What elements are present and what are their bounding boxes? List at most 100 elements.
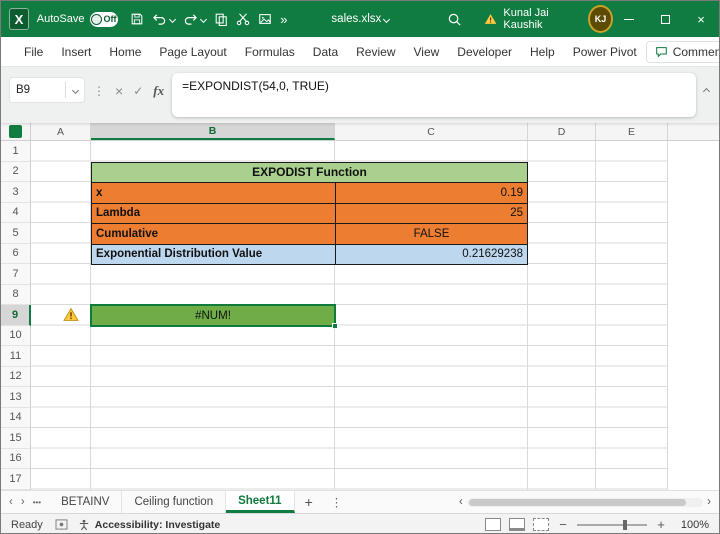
row-header[interactable]: 6 (1, 244, 31, 265)
undo-dropdown-chevron-icon[interactable] (169, 15, 176, 22)
row-header[interactable]: 2 (1, 162, 31, 183)
row-header[interactable]: 1 (1, 141, 31, 162)
selected-cell-B9[interactable]: #NUM! (90, 304, 336, 327)
table-row[interactable]: x 0.19 (92, 183, 527, 204)
zoom-slider[interactable] (577, 524, 647, 526)
scroll-right-arrow[interactable]: › (707, 496, 711, 508)
tab-help[interactable]: Help (521, 37, 564, 67)
expodist-table[interactable]: EXPODIST Function x 0.19 Lambda 25 Cumul… (91, 162, 528, 266)
row-header[interactable]: 5 (1, 223, 31, 244)
add-sheet-button[interactable]: + (295, 491, 323, 513)
tab-data[interactable]: Data (304, 37, 347, 67)
toolbar-overflow-chevron[interactable]: » (280, 12, 287, 27)
comments-button[interactable]: Comments (646, 41, 720, 63)
maximize-button[interactable] (647, 1, 683, 37)
table-title-cell[interactable]: EXPODIST Function (92, 163, 527, 184)
scrollbar-thumb[interactable] (469, 499, 686, 506)
column-header-C[interactable]: C (335, 123, 528, 140)
table-value-cell[interactable]: 0.21629238 (336, 245, 527, 265)
redo-dropdown-chevron-icon[interactable] (200, 15, 207, 22)
sheet-tab-ceiling-function[interactable]: Ceiling function (122, 491, 226, 513)
copy-icon[interactable] (214, 12, 228, 26)
scrollbar-track[interactable] (467, 498, 703, 507)
zoom-out-button[interactable]: − (557, 517, 569, 532)
scroll-left-arrow[interactable]: ‹ (459, 496, 463, 508)
row-header[interactable]: 13 (1, 387, 31, 408)
minimize-button[interactable] (611, 1, 647, 37)
table-row-result[interactable]: Exponential Distribution Value 0.2162923… (92, 245, 527, 265)
account-area[interactable]: Kunal Jai Kaushik KJ (484, 7, 611, 31)
autosave-toggle[interactable]: Off (90, 12, 119, 27)
table-label-cell[interactable]: Cumulative (92, 224, 336, 244)
document-title[interactable]: sales.xlsx (331, 13, 389, 25)
row-header[interactable]: 10 (1, 326, 31, 347)
column-header-A[interactable]: A (31, 123, 91, 140)
formula-input[interactable]: =EXPONDIST(54,0, TRUE) (172, 73, 696, 117)
row-header[interactable]: 15 (1, 428, 31, 449)
zoom-slider-thumb[interactable] (623, 520, 627, 530)
cancel-formula-icon[interactable]: × (115, 83, 123, 99)
row-header[interactable]: 8 (1, 285, 31, 306)
row-header[interactable]: 16 (1, 449, 31, 470)
name-box-dropdown-chevron-icon[interactable] (72, 86, 79, 93)
column-header-D[interactable]: D (528, 123, 596, 140)
table-value-cell[interactable]: FALSE (336, 224, 527, 244)
search-icon[interactable] (447, 12, 462, 27)
column-header-B[interactable]: B (91, 123, 335, 140)
table-label-cell[interactable]: Exponential Distribution Value (92, 245, 336, 265)
select-all-corner[interactable] (1, 123, 31, 140)
page-break-view-icon[interactable] (533, 518, 549, 531)
enter-formula-icon[interactable]: ✓ (133, 84, 143, 98)
macro-record-icon[interactable] (55, 519, 68, 530)
page-layout-view-icon[interactable] (509, 518, 525, 531)
row-header-selected[interactable]: 9 (1, 305, 31, 326)
name-box[interactable]: B9 (9, 77, 85, 103)
cells-area[interactable]: 1 2 3 4 5 6 7 8 9 10 11 12 13 14 15 16 1… (1, 141, 719, 490)
sheet-list-dots[interactable]: ••• (33, 498, 41, 507)
close-button[interactable]: × (683, 1, 719, 37)
fill-handle[interactable] (332, 323, 338, 329)
prev-sheet-arrow[interactable]: ‹ (9, 496, 13, 508)
row-header[interactable]: 17 (1, 469, 31, 490)
row-header[interactable]: 11 (1, 346, 31, 367)
table-value-cell[interactable]: 0.19 (336, 183, 527, 203)
table-label-cell[interactable]: x (92, 183, 336, 203)
excel-logo-icon[interactable]: X (9, 8, 29, 30)
row-header[interactable]: 12 (1, 367, 31, 388)
tab-home[interactable]: Home (100, 37, 150, 67)
tab-insert[interactable]: Insert (52, 37, 100, 67)
sheet-tab-sheet11-active[interactable]: Sheet11 (226, 491, 294, 513)
row-header[interactable]: 14 (1, 408, 31, 429)
column-header-E[interactable]: E (596, 123, 668, 140)
insert-function-icon[interactable]: fx (153, 83, 164, 99)
table-row[interactable]: Cumulative FALSE (92, 224, 527, 245)
tabbar-more-icon[interactable]: ⋮ (323, 491, 351, 513)
row-header[interactable]: 4 (1, 203, 31, 224)
picture-icon[interactable] (258, 12, 272, 26)
table-row[interactable]: Lambda 25 (92, 204, 527, 225)
zoom-level[interactable]: 100% (675, 519, 709, 531)
tab-power-pivot[interactable]: Power Pivot (564, 37, 646, 67)
tab-page-layout[interactable]: Page Layout (150, 37, 235, 67)
redo-button[interactable] (183, 13, 206, 26)
accessibility-status[interactable]: Accessibility: Investigate (78, 519, 220, 531)
table-label-cell[interactable]: Lambda (92, 204, 336, 224)
table-value-cell[interactable]: 25 (336, 204, 527, 224)
tab-review[interactable]: Review (347, 37, 404, 67)
tab-developer[interactable]: Developer (448, 37, 521, 67)
tab-file[interactable]: File (15, 37, 52, 67)
next-sheet-arrow[interactable]: › (21, 496, 25, 508)
collapse-formula-bar-chevron-icon[interactable] (703, 88, 710, 95)
cut-icon[interactable] (236, 12, 250, 26)
save-icon[interactable] (130, 12, 144, 26)
undo-button[interactable] (152, 13, 175, 26)
sheet-tab-betainv[interactable]: BETAINV (49, 491, 122, 513)
normal-view-icon[interactable] (485, 518, 501, 531)
row-header[interactable]: 3 (1, 182, 31, 203)
horizontal-scrollbar[interactable]: ‹ › (451, 491, 719, 513)
error-trace-button[interactable] (63, 307, 79, 322)
tab-formulas[interactable]: Formulas (236, 37, 304, 67)
avatar[interactable]: KJ (590, 7, 611, 31)
tab-view[interactable]: View (405, 37, 449, 67)
row-header[interactable]: 7 (1, 264, 31, 285)
